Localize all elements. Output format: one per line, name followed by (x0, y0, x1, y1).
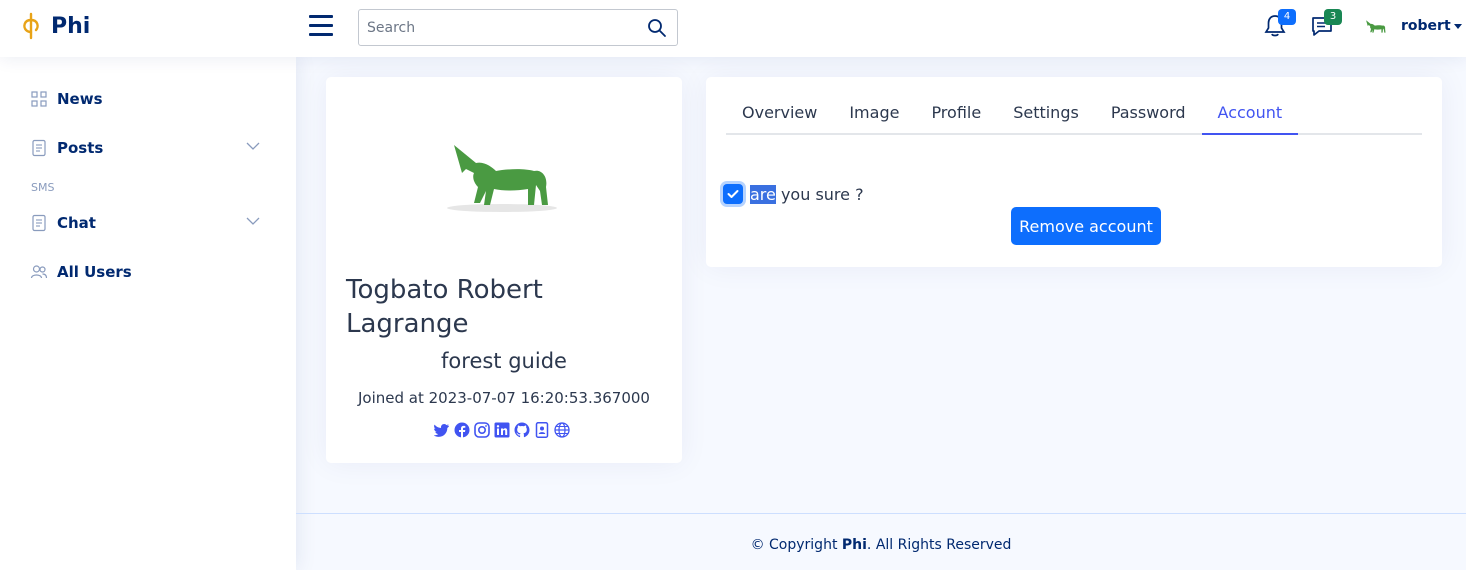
grid-icon (31, 91, 47, 107)
sidebar-item-all-users[interactable]: All Users (30, 258, 270, 286)
hamburger-bar (309, 24, 333, 27)
brand-name: Phi (51, 13, 91, 39)
instagram-icon[interactable] (474, 422, 490, 438)
profile-card: Togbato Robert Lagrange forest guide Joi… (326, 77, 682, 463)
tab-overview[interactable]: Overview (726, 93, 833, 135)
footer-brand: Phi (841, 537, 867, 553)
profile-joined-date: Joined at 2023-07-07 16:20:53.367000 (358, 389, 650, 407)
messages-button[interactable]: 3 (1310, 9, 1342, 40)
remove-account-button[interactable]: Remove account (1011, 207, 1161, 245)
confirm-label[interactable]: are you sure ? (750, 184, 864, 204)
hamburger-bar (309, 15, 333, 18)
chevron-down-icon (1453, 23, 1462, 29)
user-profile-dropdown[interactable]: robert (1364, 16, 1462, 36)
contact-icon[interactable] (534, 422, 550, 438)
search-icon[interactable] (647, 18, 667, 38)
username: robert (1401, 18, 1451, 34)
social-links (434, 422, 570, 438)
sidebar-item-label: News (57, 90, 103, 108)
sidebar-item-posts[interactable]: Posts (30, 134, 270, 162)
confirm-row: are you sure ? (723, 184, 864, 204)
account-card: Overview Image Profile Settings Password… (706, 77, 1442, 267)
people-icon (30, 265, 48, 279)
linkedin-icon[interactable] (494, 422, 510, 438)
unicorn-avatar-image (447, 145, 557, 212)
footer: © Copyright Phi. All Rights Reserved (296, 513, 1466, 570)
tab-image[interactable]: Image (833, 93, 915, 135)
profile-tabs: Overview Image Profile Settings Password… (726, 93, 1422, 135)
confirm-label-selected-text: are (750, 184, 776, 204)
chevron-down-icon (246, 142, 260, 150)
tab-account[interactable]: Account (1201, 93, 1299, 135)
search-input[interactable] (359, 10, 629, 45)
document-icon (32, 139, 46, 157)
profile-name: Togbato Robert Lagrange (346, 275, 543, 339)
globe-icon[interactable] (554, 422, 570, 438)
sidebar-item-news[interactable]: News (30, 85, 270, 113)
search-bar (358, 9, 678, 46)
phi-logo-icon (23, 12, 39, 40)
sidebar-item-chat[interactable]: Chat (30, 209, 270, 237)
sidebar: News Posts SMS Chat All Users (0, 57, 296, 570)
checkmark-icon (727, 190, 739, 198)
confirm-label-text: you sure ? (775, 184, 864, 204)
confirm-checkbox[interactable] (723, 184, 743, 204)
sidebar-item-label: Chat (57, 214, 96, 232)
facebook-icon[interactable] (454, 422, 470, 438)
profile-job: forest guide (441, 349, 567, 373)
avatar (1366, 20, 1386, 33)
tab-profile[interactable]: Profile (915, 93, 997, 135)
top-header: Phi 4 3 robert (0, 0, 1466, 57)
tab-password[interactable]: Password (1095, 93, 1202, 135)
menu-toggle-button[interactable] (309, 15, 335, 41)
notifications-button[interactable]: 4 (1264, 9, 1296, 40)
message-count-badge: 3 (1324, 9, 1342, 25)
footer-prefix: © Copyright (750, 537, 842, 553)
github-icon[interactable] (514, 422, 530, 438)
notification-count-badge: 4 (1278, 9, 1296, 25)
sidebar-item-label: All Users (57, 263, 132, 281)
sidebar-heading-sms: SMS (31, 181, 55, 194)
chevron-down-icon (246, 217, 260, 225)
twitter-icon[interactable] (434, 422, 450, 438)
footer-suffix: . All Rights Reserved (866, 537, 1012, 553)
logo[interactable]: Phi (20, 12, 90, 40)
document-icon (32, 214, 46, 232)
tab-settings[interactable]: Settings (997, 93, 1095, 135)
sidebar-item-label: Posts (57, 139, 104, 157)
hamburger-bar (309, 33, 333, 36)
